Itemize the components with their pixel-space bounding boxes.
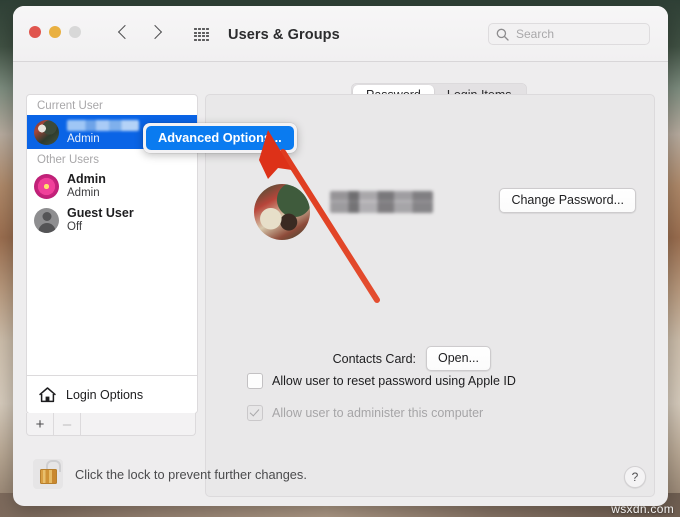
user-name: Admin	[67, 172, 106, 187]
traffic-light-buttons	[29, 26, 81, 38]
home-icon	[39, 386, 56, 402]
contacts-card-label: Contacts Card:	[332, 351, 416, 366]
avatar	[34, 173, 59, 199]
sidebar-item-login-options[interactable]: Login Options	[27, 375, 197, 413]
back-chevron-icon[interactable]	[116, 20, 132, 46]
password-panel: Change Password... Contacts Card: Open..…	[205, 94, 655, 497]
lock-message: Click the lock to prevent further change…	[75, 466, 307, 482]
administer-computer-checkbox	[247, 405, 263, 421]
navigation-arrows	[116, 20, 164, 46]
search-field[interactable]	[488, 23, 650, 45]
open-contacts-card-button[interactable]: Open...	[426, 346, 491, 371]
user-role: Admin	[67, 132, 100, 145]
page-title: Users & Groups	[228, 27, 340, 43]
sidebar-item-admin[interactable]: Admin Admin	[27, 169, 197, 203]
minimize-button[interactable]	[49, 26, 61, 38]
search-icon	[496, 28, 509, 41]
window-toolbar: Users & Groups	[13, 6, 668, 62]
avatar	[34, 207, 59, 233]
remove-user-button[interactable]: –	[54, 413, 81, 435]
sidebar-item-guest-user[interactable]: Guest User Off	[27, 203, 197, 237]
screenshot-root: Users & Groups Current User	[0, 0, 680, 517]
reset-password-label: Allow user to reset password using Apple…	[272, 374, 516, 388]
forward-chevron-icon[interactable]	[148, 20, 164, 46]
user-role: Off	[67, 220, 83, 233]
checkbox-row-reset-password[interactable]: Allow user to reset password using Apple…	[247, 373, 516, 389]
menu-item-advanced-options[interactable]: Advanced Options...	[146, 126, 294, 150]
sidebar-add-remove-bar: + –	[26, 413, 196, 436]
contacts-card-row: Contacts Card: Open...	[206, 346, 654, 371]
window-body: Current User Admin Other Users Admin Adm…	[13, 62, 668, 506]
user-text: Guest User Off	[67, 206, 134, 234]
context-menu: Advanced Options...	[143, 123, 297, 153]
checkbox-row-administer-computer: Allow user to administer this computer	[247, 405, 483, 421]
search-input[interactable]	[514, 26, 638, 42]
zoom-button[interactable]	[69, 26, 81, 38]
lock-icon[interactable]	[33, 459, 63, 489]
user-text: Admin Admin	[67, 172, 106, 200]
login-options-label: Login Options	[66, 387, 144, 402]
add-user-button[interactable]: +	[27, 413, 54, 435]
close-button[interactable]	[29, 26, 41, 38]
grid-icon[interactable]	[194, 28, 209, 41]
administer-computer-label: Allow user to administer this computer	[272, 406, 484, 420]
reset-password-checkbox[interactable]	[247, 373, 263, 389]
lock-area[interactable]: Click the lock to prevent further change…	[33, 459, 307, 489]
group-label-current-user: Current User	[37, 100, 103, 112]
user-name: Guest User	[67, 206, 134, 221]
account-avatar[interactable]	[254, 184, 310, 240]
help-button[interactable]: ?	[624, 466, 646, 488]
user-role: Admin	[67, 186, 100, 199]
user-name-redacted	[67, 118, 139, 132]
change-password-button[interactable]: Change Password...	[499, 188, 636, 213]
avatar	[34, 119, 59, 145]
account-name-redacted	[330, 191, 433, 213]
user-text: Admin	[67, 118, 139, 146]
watermark-text: wsxdn.com	[611, 502, 674, 516]
users-and-groups-window: Users & Groups Current User	[13, 6, 668, 506]
